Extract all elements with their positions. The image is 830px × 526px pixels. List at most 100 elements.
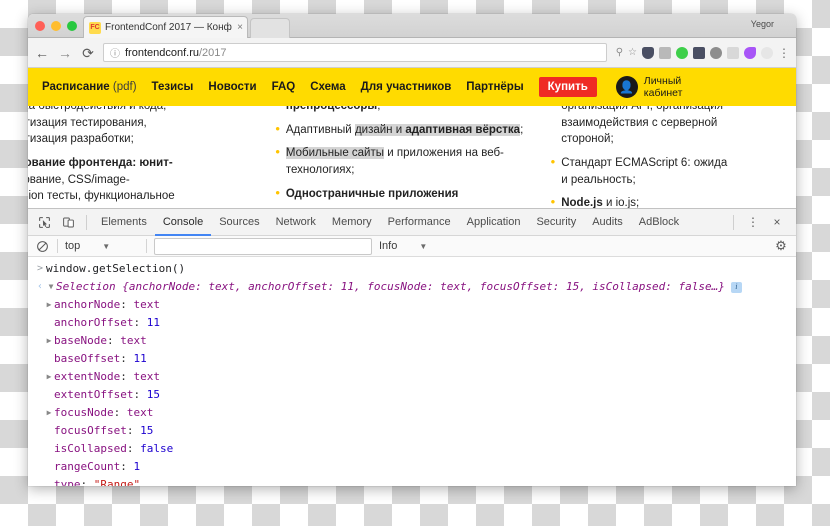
url-bar[interactable]: ⓘ frontendconf.ru/2017 [103,43,607,62]
property-value[interactable]: text [127,405,154,421]
browser-menu-icon[interactable]: ⋮ [778,46,790,60]
paragraph-tail: ; [520,123,524,136]
console-context-select[interactable]: top ▼ [65,240,139,252]
inspect-element-icon[interactable] [32,210,56,234]
paragraph-line: ирование, CSS/image- [28,173,130,186]
info-badge-icon[interactable]: i [730,281,742,293]
page-content-columns: • ерка быстродействия и кода, матизация … [28,98,796,208]
browser-tab[interactable]: FC FrontendConf 2017 — Конф × [83,16,248,38]
paragraph-line-bold: ирование фронтенда: юнит- [28,157,173,170]
devtools-close-icon[interactable]: × [766,211,788,233]
avatar-extension-icon[interactable] [761,46,773,59]
nav-link-news[interactable]: Новости [208,81,256,93]
expand-triangle-icon[interactable]: ▶ [44,369,54,385]
property-key: extentNode [54,370,121,384]
console-level-select[interactable]: Info ▼ [379,240,427,252]
property-value[interactable]: text [120,333,147,349]
paragraph-line-bold: Node.js [561,197,603,208]
selected-text: дизайн и [354,123,406,136]
list-item: • Адаптивный дизайн и адаптивная вёрстка… [275,120,536,139]
filterbar-divider [57,239,58,254]
list-item: • Стандарт ECMAScript 6: ожида и реально… [551,154,796,188]
devtools-tabbar-right: ⋮ × [727,211,792,233]
forward-button[interactable]: → [57,46,73,60]
console-property-row: anchorOffset: 11 [54,316,160,330]
screenshot-extension-icon[interactable] [659,46,671,59]
grid-extension-icon[interactable] [727,46,739,59]
tab-close-icon[interactable]: × [237,22,243,33]
console-property-row: ▶ anchorNode: text [28,296,796,314]
console-output[interactable]: > window.getSelection() ‹ ▼ Selection {a… [28,257,796,486]
paragraph-line: ession тесты, функциональное [28,190,175,203]
tab-application[interactable]: Application [459,209,529,236]
expand-triangle-icon[interactable]: ▶ [44,333,54,349]
tab-network[interactable]: Network [268,209,324,236]
recorder-extension-icon[interactable] [693,46,705,59]
property-key: anchorNode [54,298,121,312]
console-input-text: window.getSelection() [46,262,186,276]
site-navbar: Расписание (pdf) Тезисы Новости FAQ Схем… [28,68,796,106]
tab-audits[interactable]: Audits [584,209,631,236]
content-column-left: • ерка быстродействия и кода, матизация … [28,98,261,208]
tab-security[interactable]: Security [528,209,584,236]
window-maximize-button[interactable] [67,21,77,31]
selected-text: Мобильные сайты [285,147,385,160]
bookmark-star-icon[interactable]: ☆ [628,47,637,58]
new-tab-button[interactable] [250,18,290,38]
list-item: • ирование фронтенда: юнит- ирование, CS… [28,155,261,208]
nav-link-for-participants[interactable]: Для участников [361,81,452,93]
bullet-icon: • [275,144,280,160]
console-filter-input[interactable] [154,237,372,255]
console-property-row: isCollapsed: false [54,442,174,456]
account-link[interactable]: 👤 Личный кабинет [615,74,683,99]
devtools-more-icon[interactable]: ⋮ [742,211,764,233]
expand-triangle-icon[interactable]: ▼ [46,279,56,295]
nav-link-partners[interactable]: Партнёры [466,81,523,93]
tab-console[interactable]: Console [155,209,211,236]
zoom-search-icon[interactable]: ⚲ [616,47,623,58]
buy-button[interactable]: Купить [538,77,597,97]
property-value[interactable]: text [133,369,160,385]
omnibox-icons: ⚲ ☆ ⋮ [616,46,790,60]
chevron-down-icon: ▼ [102,241,111,251]
nav-link-schedule[interactable]: Расписание (pdf) [42,81,137,93]
avatar-icon: 👤 [615,76,638,98]
account-label-line2: кабинет [643,87,683,99]
tab-adblock[interactable]: AdBlock [631,209,687,236]
info-extension-icon[interactable] [710,46,722,59]
back-button[interactable]: ← [34,46,50,60]
pocket-extension-icon[interactable] [642,46,654,59]
toolbar-divider [733,214,734,230]
expand-triangle-icon[interactable]: ▶ [44,405,54,421]
gear-icon[interactable]: ⚙ [772,237,790,255]
url-text: frontendconf.ru/2017 [125,47,227,59]
tab-elements[interactable]: Elements [93,209,155,236]
reload-button[interactable]: ⟳ [80,46,96,60]
power-extension-icon[interactable] [676,46,688,59]
property-key: rangeCount [54,460,121,474]
purple-extension-icon[interactable] [744,46,756,59]
property-key: anchorOffset [54,316,134,330]
property-key: extentOffset [54,388,134,402]
property-key: type [54,478,81,486]
profile-name[interactable]: Yegor [751,19,774,29]
window-close-button[interactable] [35,21,45,31]
tab-performance[interactable]: Performance [380,209,459,236]
nav-link-scheme[interactable]: Схема [310,81,345,93]
url-path: /2017 [199,46,227,59]
window-minimize-button[interactable] [51,21,61,31]
account-label-line1: Личный [643,74,682,87]
property-value[interactable]: text [133,297,160,313]
nav-link-faq[interactable]: FAQ [272,81,296,93]
clear-console-icon[interactable] [34,238,50,254]
property-value: "Range" [93,478,141,486]
tab-memory[interactable]: Memory [324,209,380,236]
expand-triangle-icon[interactable]: ▶ [44,297,54,313]
property-value: 15 [146,388,160,402]
nav-link-theses[interactable]: Тезисы [152,81,194,93]
tab-sources[interactable]: Sources [211,209,267,236]
bullet-icon: • [275,120,280,136]
property-key: focusNode [54,406,114,420]
device-toolbar-icon[interactable] [56,210,80,234]
site-info-icon[interactable]: ⓘ [110,45,120,60]
